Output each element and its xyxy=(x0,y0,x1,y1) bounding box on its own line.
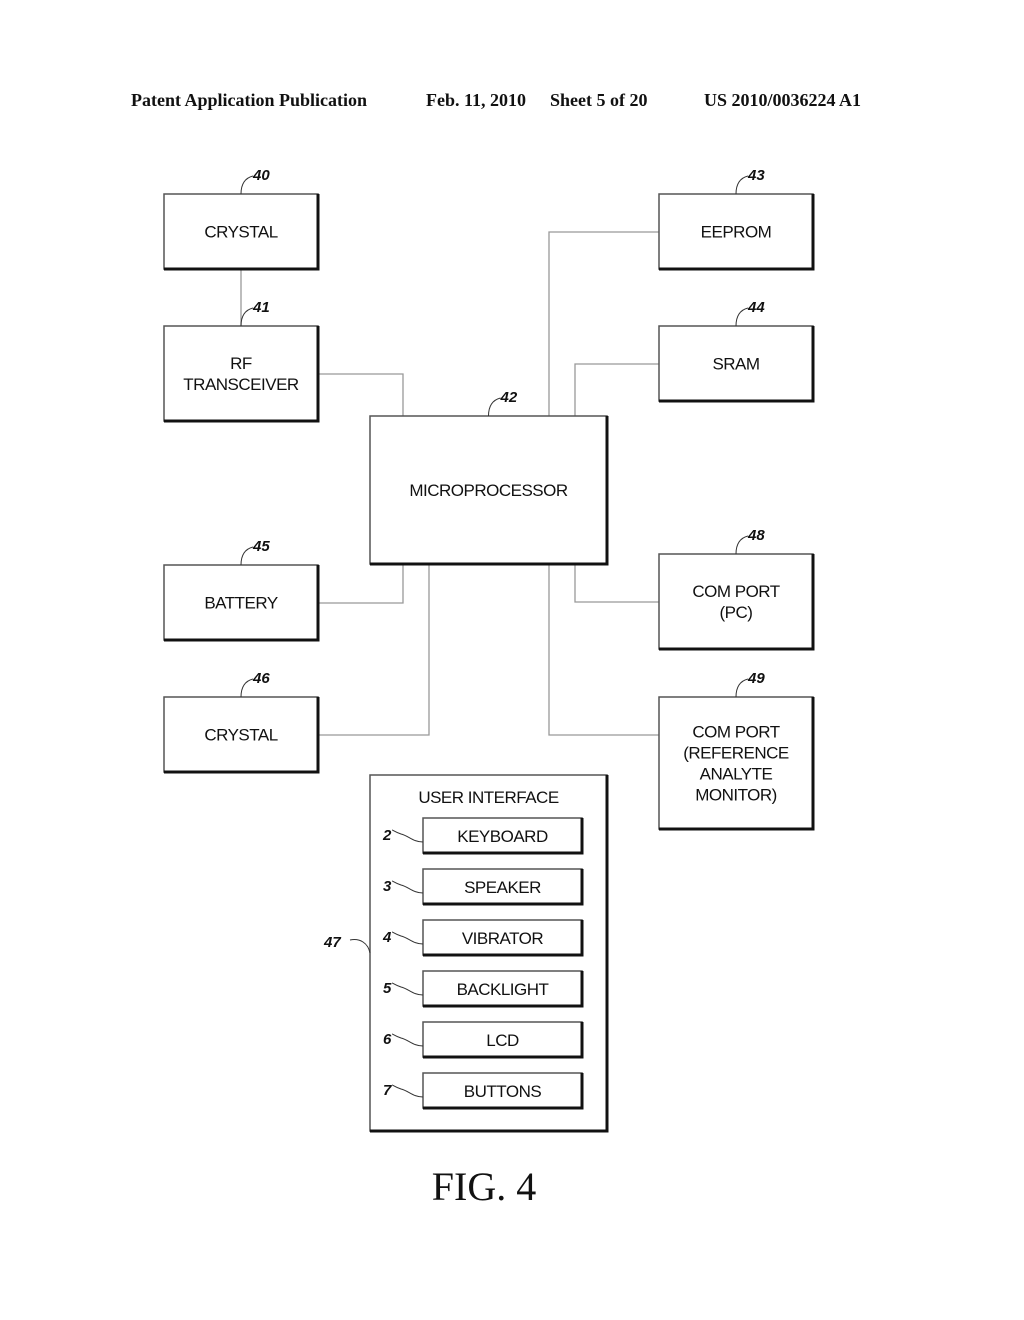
block-label: SRAM xyxy=(712,355,759,374)
block-com-48: 48 COM PORT (PC) xyxy=(658,527,815,651)
block-label: USER INTERFACE xyxy=(418,788,559,807)
reference-number: 46 xyxy=(252,670,270,687)
leader-line xyxy=(488,397,501,417)
ui-item-label: KEYBOARD xyxy=(457,827,548,846)
connector-com_49-micro_42 xyxy=(548,564,659,736)
reference-number: 48 xyxy=(747,527,765,544)
block-eeprom-43: 43 EEPROM xyxy=(658,167,815,271)
reference-number: 3 xyxy=(383,878,392,895)
connector-eeprom_43-micro_42 xyxy=(548,231,659,416)
leader-line xyxy=(240,175,254,195)
figure-label: FIG. 4 xyxy=(431,1164,537,1209)
leader-line xyxy=(349,939,371,954)
reference-number: 49 xyxy=(747,670,765,687)
block-label: COM PORT xyxy=(692,723,779,742)
block-label: ANALYTE xyxy=(700,765,773,784)
leader-line xyxy=(240,307,254,327)
reference-number: 41 xyxy=(252,299,270,316)
connector-com_48-micro_42 xyxy=(574,564,659,603)
block-diagram: 40CRYSTAL41RFTRANSCEIVER42MICROPROCESSOR… xyxy=(163,167,815,1133)
reference-number: 2 xyxy=(382,827,392,844)
connector-rf_41-micro_42 xyxy=(318,373,404,416)
reference-number: 42 xyxy=(500,389,518,406)
reference-number: 6 xyxy=(383,1031,392,1048)
ui-item-label: BUTTONS xyxy=(464,1082,542,1101)
block-label: RF xyxy=(230,354,252,373)
ui-item-label: VIBRATOR xyxy=(462,929,544,948)
reference-number: 5 xyxy=(383,980,392,997)
leader-line xyxy=(735,175,749,195)
block-label: TRANSCEIVER xyxy=(183,375,299,394)
block-label: MONITOR) xyxy=(695,786,777,805)
leader-line xyxy=(735,535,749,555)
leader-line xyxy=(240,678,254,698)
block-crystal-40: 40 CRYSTAL xyxy=(163,167,320,271)
reference-number: 4 xyxy=(382,929,392,946)
block-crystal-46: 46 CRYSTAL xyxy=(163,670,320,774)
connector-sram_44-micro_42 xyxy=(574,363,659,416)
block-label: CRYSTAL xyxy=(204,726,277,745)
block-label: (REFERENCE xyxy=(683,744,789,763)
leader-line xyxy=(735,307,749,327)
leader-line xyxy=(240,546,254,566)
block-label: CRYSTAL xyxy=(204,223,277,242)
ui-item-label: BACKLIGHT xyxy=(457,980,549,999)
block-com-49: 49 COM PORT (REFERENCE ANALYTE MONITOR) xyxy=(658,670,815,831)
ui-item-label: LCD xyxy=(486,1031,519,1050)
reference-number: 47 xyxy=(323,934,341,951)
reference-number: 43 xyxy=(747,167,765,184)
block-label: (PC) xyxy=(720,603,753,622)
block-label: BATTERY xyxy=(204,594,277,613)
reference-number: 40 xyxy=(252,167,270,184)
reference-number: 45 xyxy=(252,538,270,555)
reference-number: 44 xyxy=(747,299,765,316)
reference-number: 7 xyxy=(383,1082,392,1099)
block-label: EEPROM xyxy=(701,223,772,242)
leader-line xyxy=(735,678,749,698)
block-label: COM PORT xyxy=(692,582,779,601)
block-label: MICROPROCESSOR xyxy=(409,481,568,500)
block-micro-42: 42 MICROPROCESSOR xyxy=(369,389,609,566)
connector-battery_45-micro_42 xyxy=(318,564,404,604)
block-battery-45: 45 BATTERY xyxy=(163,538,320,642)
block-sram-44: 44 SRAM xyxy=(658,299,815,403)
ui-item-label: SPEAKER xyxy=(464,878,541,897)
connector-crystal_46-micro_42 xyxy=(318,564,430,736)
